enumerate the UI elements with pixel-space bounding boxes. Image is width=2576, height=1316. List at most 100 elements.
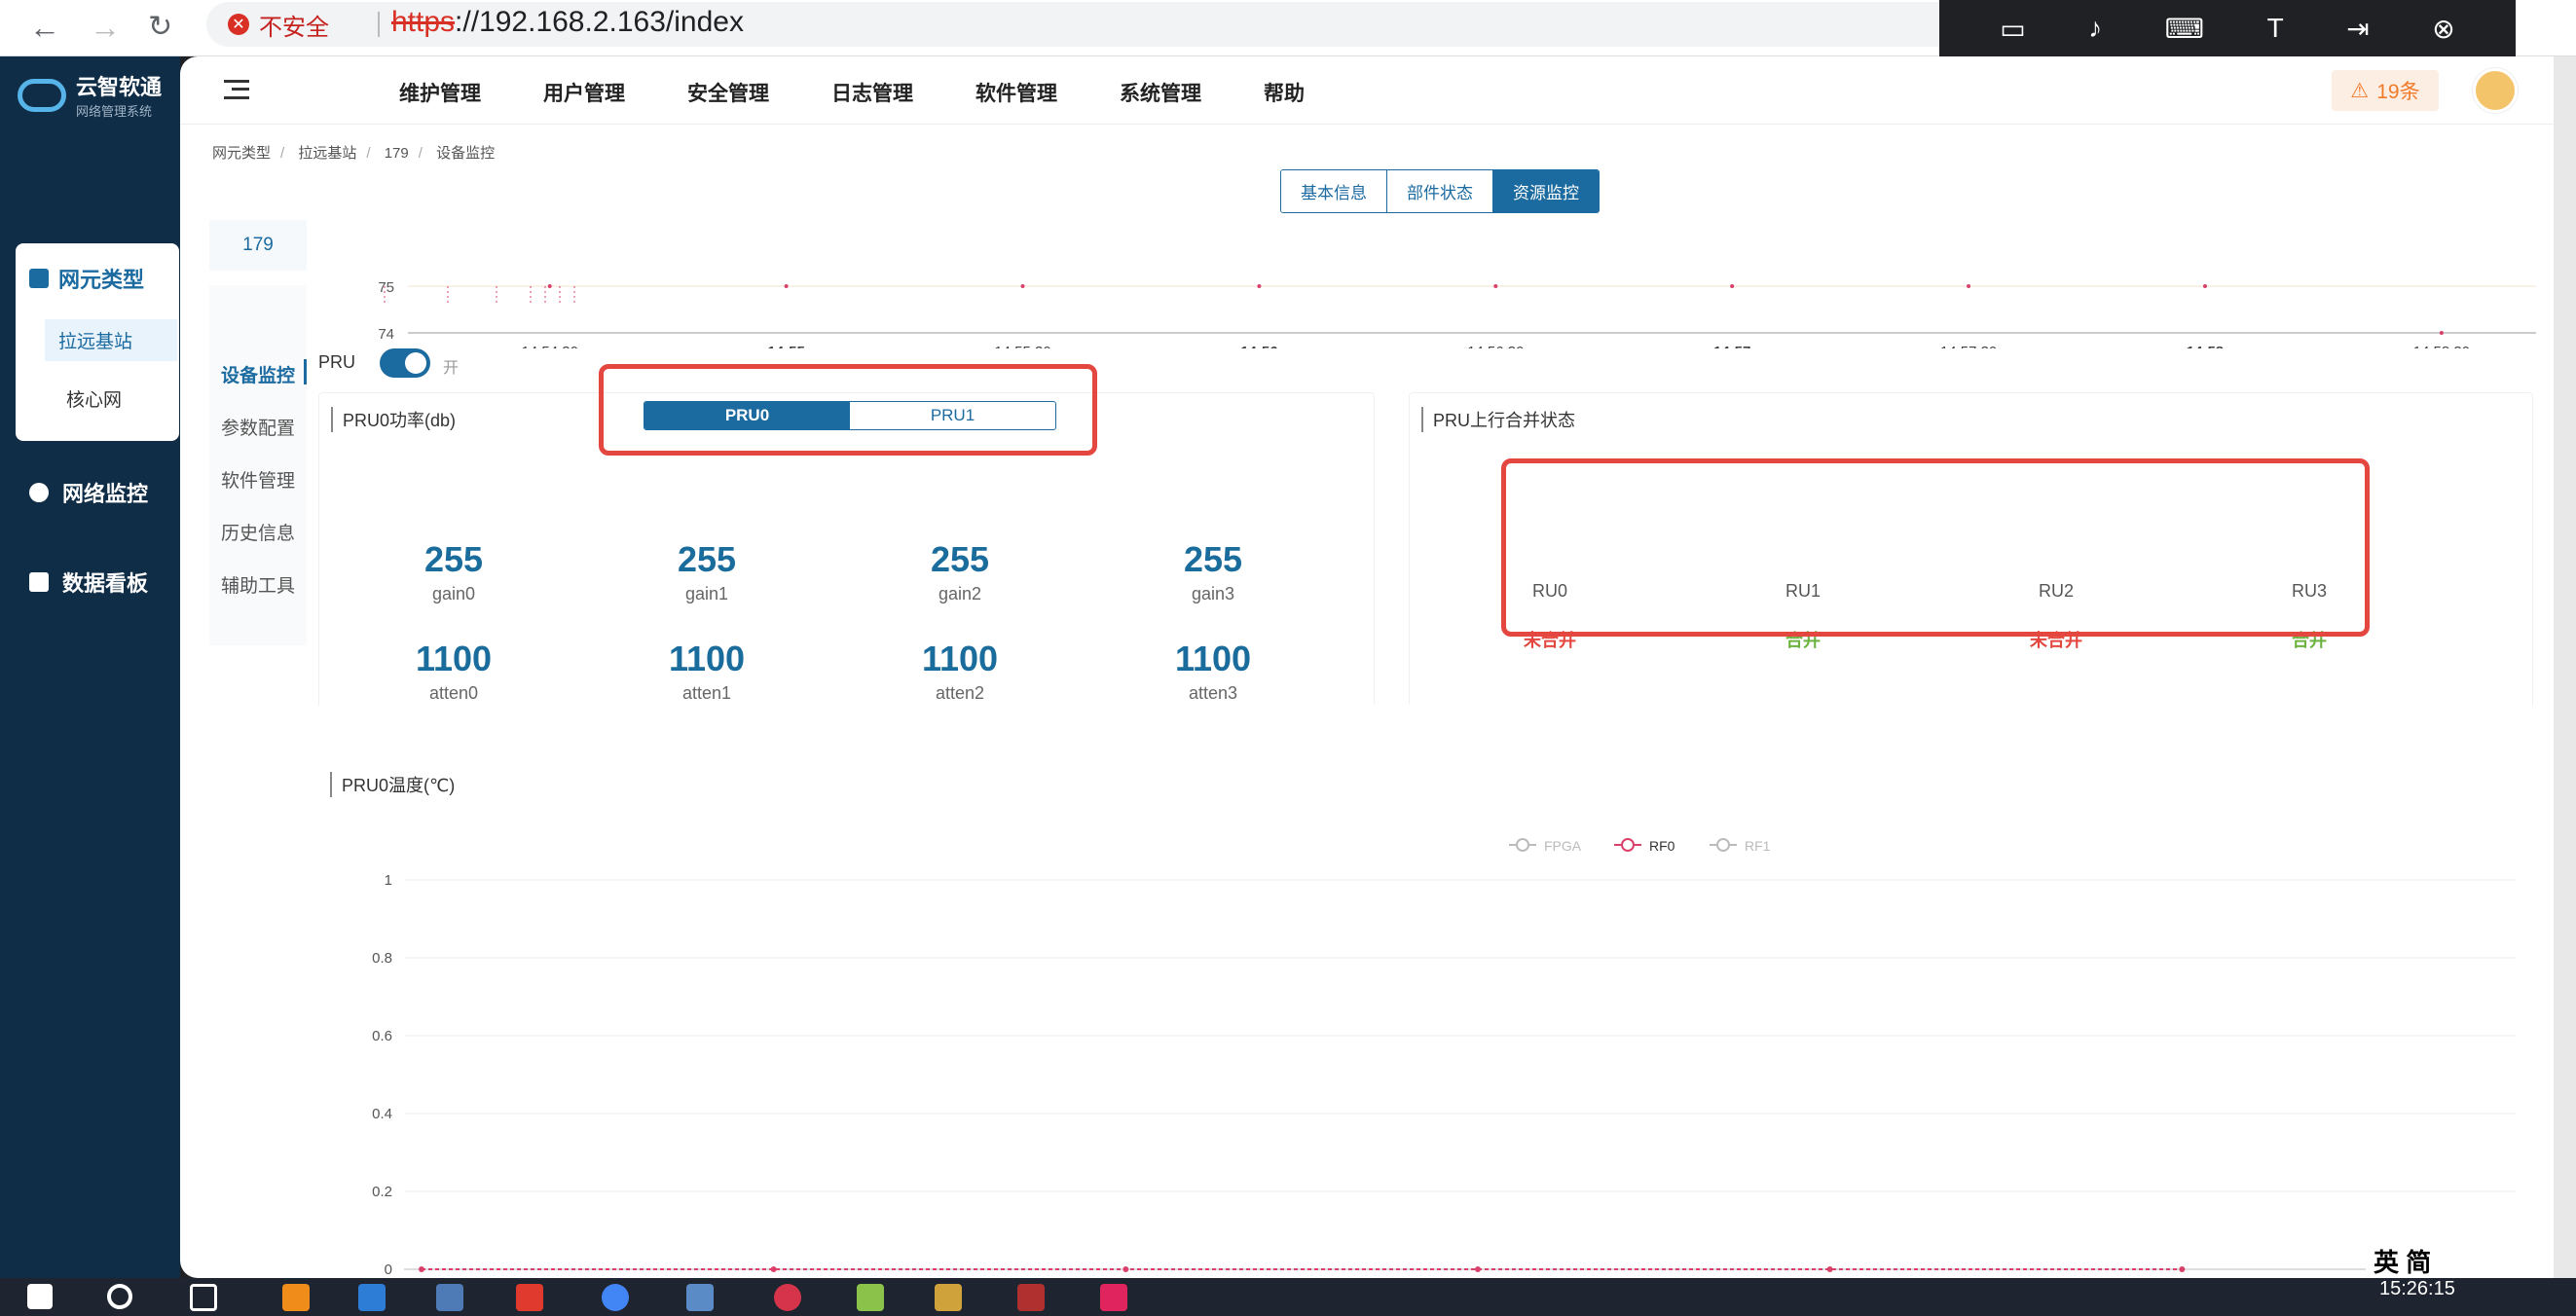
chart-icon — [29, 572, 49, 592]
back-icon[interactable]: ← — [29, 10, 60, 46]
windows-start-icon[interactable] — [27, 1284, 53, 1309]
y-tick-label: 1 — [385, 872, 392, 889]
clock[interactable]: 15:26:15 — [2379, 1278, 2455, 1300]
x-tick-label: 14:56 — [1240, 344, 1277, 348]
breadcrumb-item[interactable]: 179 — [385, 145, 409, 162]
tab-component-status[interactable]: 部件状态 — [1387, 170, 1493, 212]
stat-key: gain1 — [684, 584, 729, 603]
highlight-box-merge-status — [1501, 458, 2370, 637]
app-icon[interactable] — [282, 1284, 310, 1311]
stat-key: atten3 — [1188, 683, 1238, 703]
tab-basic-info[interactable]: 基本信息 — [1281, 170, 1387, 212]
breadcrumb-item[interactable]: 网元类型 — [212, 145, 271, 162]
keyboard-icon[interactable]: ⌨ — [2165, 13, 2204, 45]
url-scheme: https — [391, 6, 456, 38]
sidebar-group-label: 网元类型 — [58, 268, 145, 292]
close-icon[interactable]: ⊗ — [2432, 13, 2454, 45]
sidebar — [0, 56, 180, 1278]
ime-text: 英 简 — [2374, 1247, 2432, 1277]
temperature-chart: 00.20.40.60.8114:5314:5414:5514:5614:571… — [372, 838, 2517, 1278]
app-icon[interactable] — [516, 1284, 543, 1311]
stat-key: gain3 — [1191, 584, 1235, 603]
microphone-icon[interactable]: ♪ — [2088, 13, 2102, 44]
ime-indicator[interactable]: 英 简 — [2366, 1243, 2551, 1278]
menu-system[interactable]: 系统管理 — [1120, 78, 1201, 107]
stat-value: 255 — [423, 539, 484, 579]
chat-icon[interactable]: ▭ — [2000, 13, 2025, 45]
file-explorer-icon[interactable] — [436, 1284, 463, 1311]
x-tick-label: 14:55 — [767, 344, 804, 348]
security-indicator[interactable]: ✕ 不安全 — [228, 10, 329, 41]
data-point — [2439, 331, 2444, 335]
brand-logo: 云智软通 网络管理系统 — [18, 70, 162, 120]
sidebar-item-remote-station[interactable]: 拉远基站 — [45, 319, 177, 361]
vtab-tools[interactable]: 辅助工具 — [221, 571, 295, 598]
stat-value: 1100 — [1174, 639, 1252, 678]
app-icon[interactable] — [1017, 1284, 1045, 1311]
vtab-history[interactable]: 历史信息 — [221, 519, 295, 545]
tab-resource-monitor[interactable]: 资源监控 — [1493, 170, 1599, 212]
sidebar-item-network-monitor[interactable]: 网络监控 — [29, 477, 148, 508]
merge-panel-title: PRU上行合并状态 — [1421, 407, 1575, 432]
url-text[interactable]: https://192.168.2.163/index — [391, 6, 744, 39]
address-bar[interactable]: ✕ 不安全 https://192.168.2.163/index — [206, 2, 1959, 47]
stat-key: atten1 — [681, 683, 732, 703]
x-tick-label: 14:55:30 — [994, 344, 1050, 348]
stat-atten3: 1100 atten3 — [1135, 639, 1291, 704]
legend-label: FPGA — [1544, 838, 1582, 854]
brand-subtitle: 网络管理系统 — [76, 104, 153, 119]
alarm-badge[interactable]: ⚠ 19条 — [2332, 70, 2439, 111]
stat-gain0: 255 gain0 — [376, 539, 532, 604]
avatar[interactable] — [2473, 68, 2518, 113]
stat-gain3: 255 gain3 — [1135, 539, 1291, 604]
breadcrumb-item[interactable]: 拉远基站 — [298, 145, 356, 162]
sidebar-item-dashboard[interactable]: 数据看板 — [29, 567, 148, 598]
app-icon[interactable] — [774, 1284, 801, 1311]
exit-icon[interactable]: ⇥ — [2346, 13, 2369, 45]
vtab-software[interactable]: 软件管理 — [221, 466, 295, 493]
menu-logs[interactable]: 日志管理 — [831, 78, 913, 107]
sidebar-item-core-network[interactable]: 核心网 — [66, 385, 122, 412]
task-view-icon[interactable] — [190, 1284, 217, 1311]
top-menu: 维护管理 用户管理 安全管理 日志管理 软件管理 系统管理 帮助 — [399, 78, 1305, 107]
edge-icon[interactable] — [358, 1284, 386, 1311]
collapse-menu-icon[interactable] — [224, 80, 249, 99]
pru-toggle-state: 开 — [443, 360, 460, 377]
taskbar: 15:26:15 — [0, 1278, 2576, 1316]
scrollbar-track[interactable] — [2554, 56, 2576, 1278]
device-id: 179 — [209, 220, 307, 271]
stat-key: atten2 — [935, 683, 985, 703]
vertical-tabs: 设备监控 参数配置 软件管理 历史信息 辅助工具 — [209, 285, 307, 645]
search-icon[interactable] — [107, 1284, 132, 1309]
virtualbox-icon[interactable] — [686, 1284, 714, 1311]
stat-atten0: 1100 atten0 — [376, 639, 532, 704]
data-point — [419, 1266, 424, 1272]
x-tick-label: 14:57 — [1713, 344, 1750, 348]
alarm-count: 19条 — [2376, 81, 2420, 103]
data-point — [547, 284, 552, 288]
y-tick-label: 0.2 — [372, 1184, 392, 1200]
menu-software[interactable]: 软件管理 — [975, 78, 1057, 107]
menu-security[interactable]: 安全管理 — [687, 78, 769, 107]
vtab-param-config[interactable]: 参数配置 — [221, 414, 295, 440]
server-icon — [29, 269, 49, 288]
app-icon[interactable] — [935, 1284, 962, 1311]
reload-icon[interactable]: ↻ — [148, 10, 172, 44]
data-point — [1257, 284, 1262, 288]
chrome-icon[interactable] — [602, 1284, 629, 1311]
main-content: 维护管理 用户管理 安全管理 日志管理 软件管理 系统管理 帮助 ⚠ 19条 网… — [180, 56, 2554, 1278]
pru-toggle[interactable] — [380, 348, 430, 378]
app-icon[interactable] — [857, 1284, 884, 1311]
menu-maintenance[interactable]: 维护管理 — [399, 78, 481, 107]
vtab-device-monitor[interactable]: 设备监控 — [221, 361, 295, 387]
menu-help[interactable]: 帮助 — [1264, 78, 1305, 107]
app-icon[interactable] — [1100, 1284, 1127, 1311]
data-point — [770, 1266, 777, 1272]
forward-icon[interactable]: → — [90, 10, 121, 46]
data-point — [1493, 284, 1498, 288]
data-point — [784, 284, 789, 288]
stat-value: 1100 — [415, 639, 493, 678]
text-icon[interactable]: T — [2267, 13, 2284, 44]
menu-users[interactable]: 用户管理 — [543, 78, 625, 107]
sidebar-group-network-type[interactable]: 网元类型 — [29, 263, 144, 294]
